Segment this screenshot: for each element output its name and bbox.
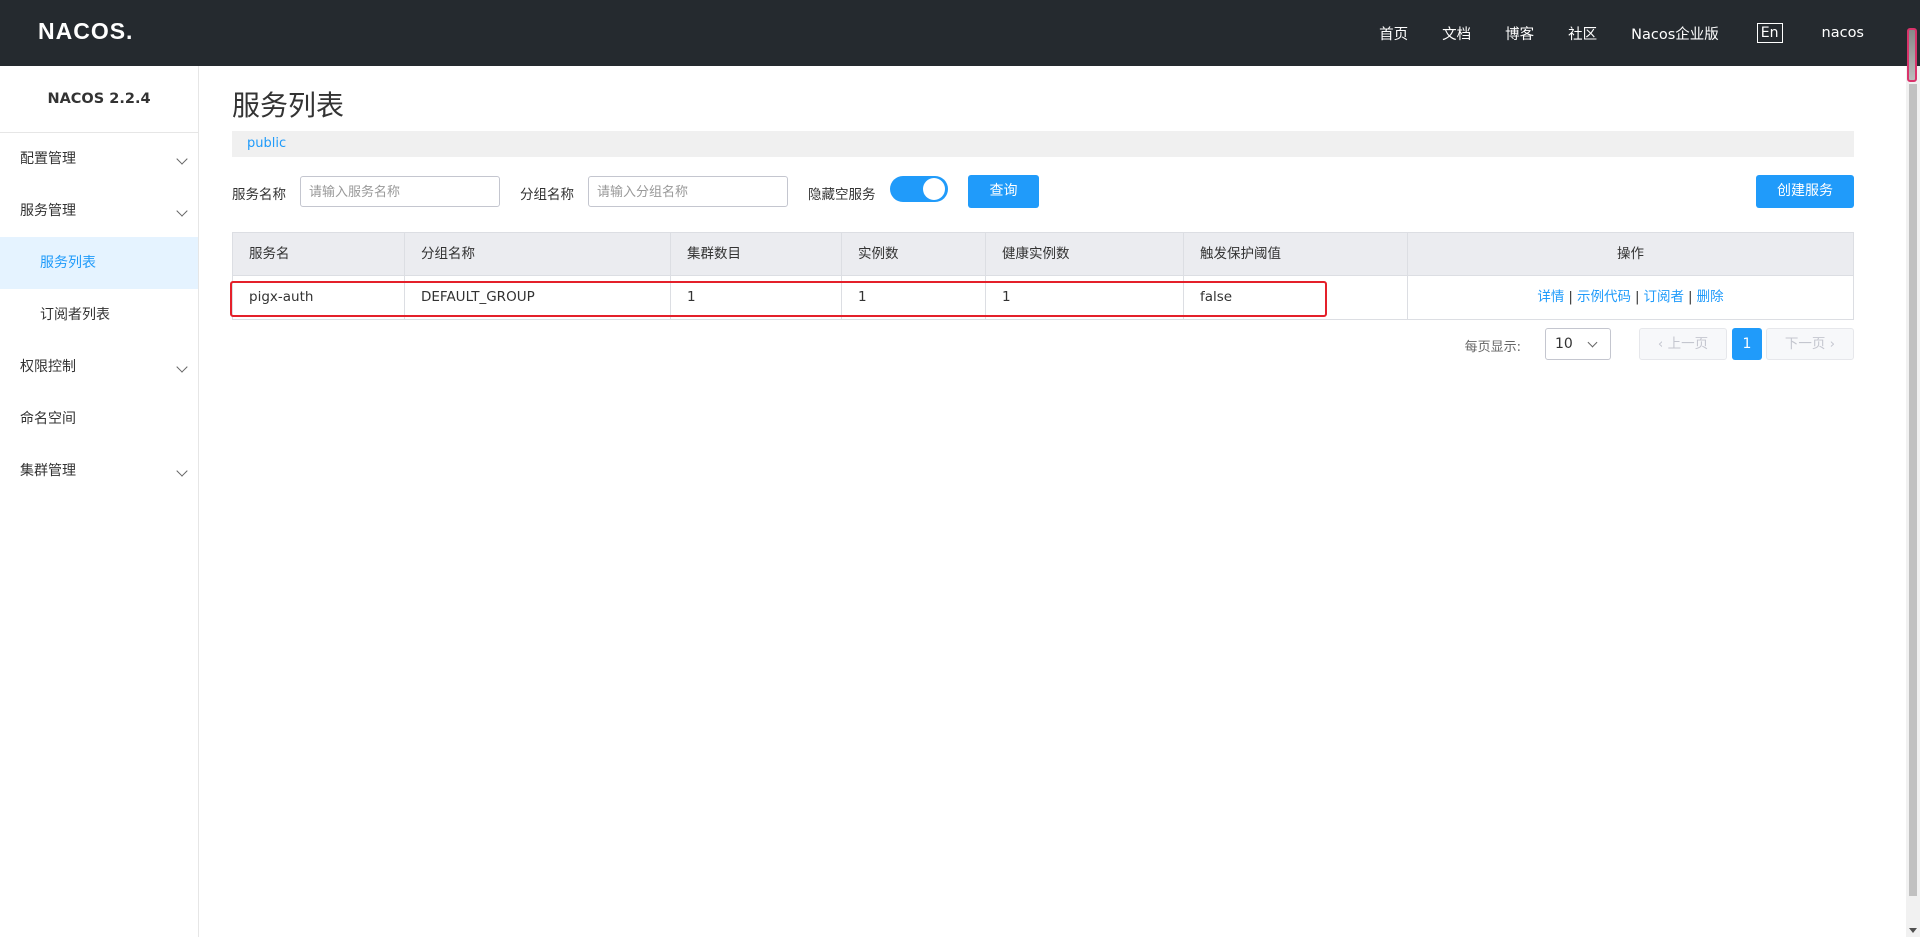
sidebar-item-label: 服务管理 <box>20 203 76 219</box>
sidebar-item-label: 配置管理 <box>20 151 76 167</box>
chevron-down-icon <box>176 205 188 217</box>
language-switch[interactable]: En <box>1756 23 1783 43</box>
nav-community[interactable]: 社区 <box>1568 23 1597 44</box>
header-protect-threshold[interactable]: 触发保护阈值 <box>1184 233 1408 275</box>
create-service-button[interactable]: 创建服务 <box>1756 175 1854 208</box>
sidebar-item-cluster[interactable]: 集群管理 <box>0 445 198 497</box>
hide-empty-label: 隐藏空服务 <box>808 187 876 203</box>
chevron-down-icon <box>176 361 188 373</box>
prev-page-label: 上一页 <box>1667 336 1709 352</box>
nav-docs[interactable]: 文档 <box>1442 23 1471 44</box>
action-separator: | <box>1568 289 1573 305</box>
action-detail-link[interactable]: 详情 <box>1537 289 1564 305</box>
sidebar-item-label: 订阅者列表 <box>40 307 110 323</box>
next-page-button[interactable]: 下一页 › <box>1766 328 1854 360</box>
current-page-button[interactable]: 1 <box>1732 328 1762 360</box>
cell-service-name: pigx-auth <box>233 276 405 319</box>
cell-actions: 详情 | 示例代码 | 订阅者 | 删除 <box>1408 276 1853 319</box>
cell-protect-threshold: false <box>1184 276 1408 319</box>
hide-empty-toggle[interactable] <box>890 176 948 202</box>
sidebar-item-permissions[interactable]: 权限控制 <box>0 341 198 393</box>
sidebar-item-service-list[interactable]: 服务列表 <box>0 237 198 289</box>
cell-cluster-count: 1 <box>671 276 842 319</box>
service-name-input[interactable]: 请输入服务名称 <box>300 176 500 207</box>
nav-enterprise[interactable]: Nacos企业版 <box>1631 23 1719 44</box>
sidebar-item-config[interactable]: 配置管理 <box>0 133 198 185</box>
namespace-bar: public <box>232 131 1854 157</box>
sidebar-item-label: 集群管理 <box>20 463 76 479</box>
header-service-name[interactable]: 服务名 <box>233 233 405 275</box>
top-nav: 首页 文档 博客 社区 Nacos企业版 En nacos <box>1345 0 1864 66</box>
toggle-knob <box>923 178 945 200</box>
scroll-down-icon[interactable] <box>1909 928 1917 933</box>
table-row: pigx-auth DEFAULT_GROUP 1 1 1 false 详情 | 示… <box>233 276 1853 319</box>
sidebar-item-label: 权限控制 <box>20 359 76 375</box>
header-actions: 操作 <box>1617 246 1644 262</box>
page-title: 服务列表 <box>232 89 345 122</box>
vertical-scrollbar[interactable] <box>1906 66 1920 937</box>
header-healthy-count[interactable]: 健康实例数 <box>986 233 1184 275</box>
service-name-label: 服务名称 <box>232 187 286 203</box>
page-size-label: 每页显示: <box>1464 340 1521 355</box>
header-cluster-count[interactable]: 集群数目 <box>671 233 842 275</box>
sidebar-item-service-management[interactable]: 服务管理 <box>0 185 198 237</box>
action-subscribers-link[interactable]: 订阅者 <box>1644 289 1685 305</box>
action-delete-link[interactable]: 删除 <box>1697 289 1724 305</box>
table-header: 服务名 分组名称 集群数目 实例数 健康实例数 触发保护阈值 操作 <box>233 233 1853 276</box>
prev-page-button[interactable]: ‹ 上一页 <box>1639 328 1727 360</box>
action-separator: | <box>1688 289 1693 305</box>
nav-blog[interactable]: 博客 <box>1505 23 1534 44</box>
sidebar: NACOS 2.2.4 配置管理 服务管理 服务列表 订阅者列表 权限控制 命名… <box>0 66 199 937</box>
next-page-label: 下一页 <box>1784 336 1826 352</box>
sidebar-item-label: 命名空间 <box>20 411 76 427</box>
cell-instance-count: 1 <box>842 276 986 319</box>
sidebar-item-namespace[interactable]: 命名空间 <box>0 393 198 445</box>
nav-home[interactable]: 首页 <box>1379 23 1408 44</box>
cell-healthy-count: 1 <box>986 276 1184 319</box>
query-button[interactable]: 查询 <box>968 175 1039 208</box>
action-sample-code-link[interactable]: 示例代码 <box>1577 289 1631 305</box>
cell-group-name: DEFAULT_GROUP <box>405 276 671 319</box>
header-instance-count[interactable]: 实例数 <box>842 233 986 275</box>
page-size-value: 10 <box>1555 336 1573 352</box>
chevron-down-icon <box>176 465 188 477</box>
page-size-select[interactable]: 10 <box>1545 328 1611 360</box>
header-group-name[interactable]: 分组名称 <box>405 233 671 275</box>
namespace-public[interactable]: public <box>247 136 286 151</box>
group-name-input[interactable]: 请输入分组名称 <box>588 176 788 207</box>
group-name-label: 分组名称 <box>520 187 574 203</box>
service-table: 服务名 分组名称 集群数目 实例数 健康实例数 触发保护阈值 操作 pigx-a… <box>232 232 1854 320</box>
top-navbar: NACOS. 首页 文档 博客 社区 Nacos企业版 En nacos <box>0 0 1920 66</box>
action-separator: | <box>1634 289 1640 305</box>
scroll-thumb[interactable] <box>1909 84 1917 896</box>
sidebar-item-subscriber-list[interactable]: 订阅者列表 <box>0 289 198 341</box>
chevron-down-icon <box>1587 337 1598 348</box>
extension-handle-icon[interactable] <box>1907 28 1917 82</box>
version-label: NACOS 2.2.4 <box>0 66 198 133</box>
user-menu[interactable]: nacos <box>1822 25 1864 41</box>
filter-bar: 服务名称 请输入服务名称 分组名称 请输入分组名称 隐藏空服务 查询 创建服务 <box>232 174 1854 208</box>
nacos-logo[interactable]: NACOS. <box>38 18 133 45</box>
chevron-down-icon <box>176 153 188 165</box>
sidebar-item-label: 服务列表 <box>40 255 96 271</box>
pagination: 每页显示: 10 ‹ 上一页 1 下一页 › <box>232 328 1854 360</box>
